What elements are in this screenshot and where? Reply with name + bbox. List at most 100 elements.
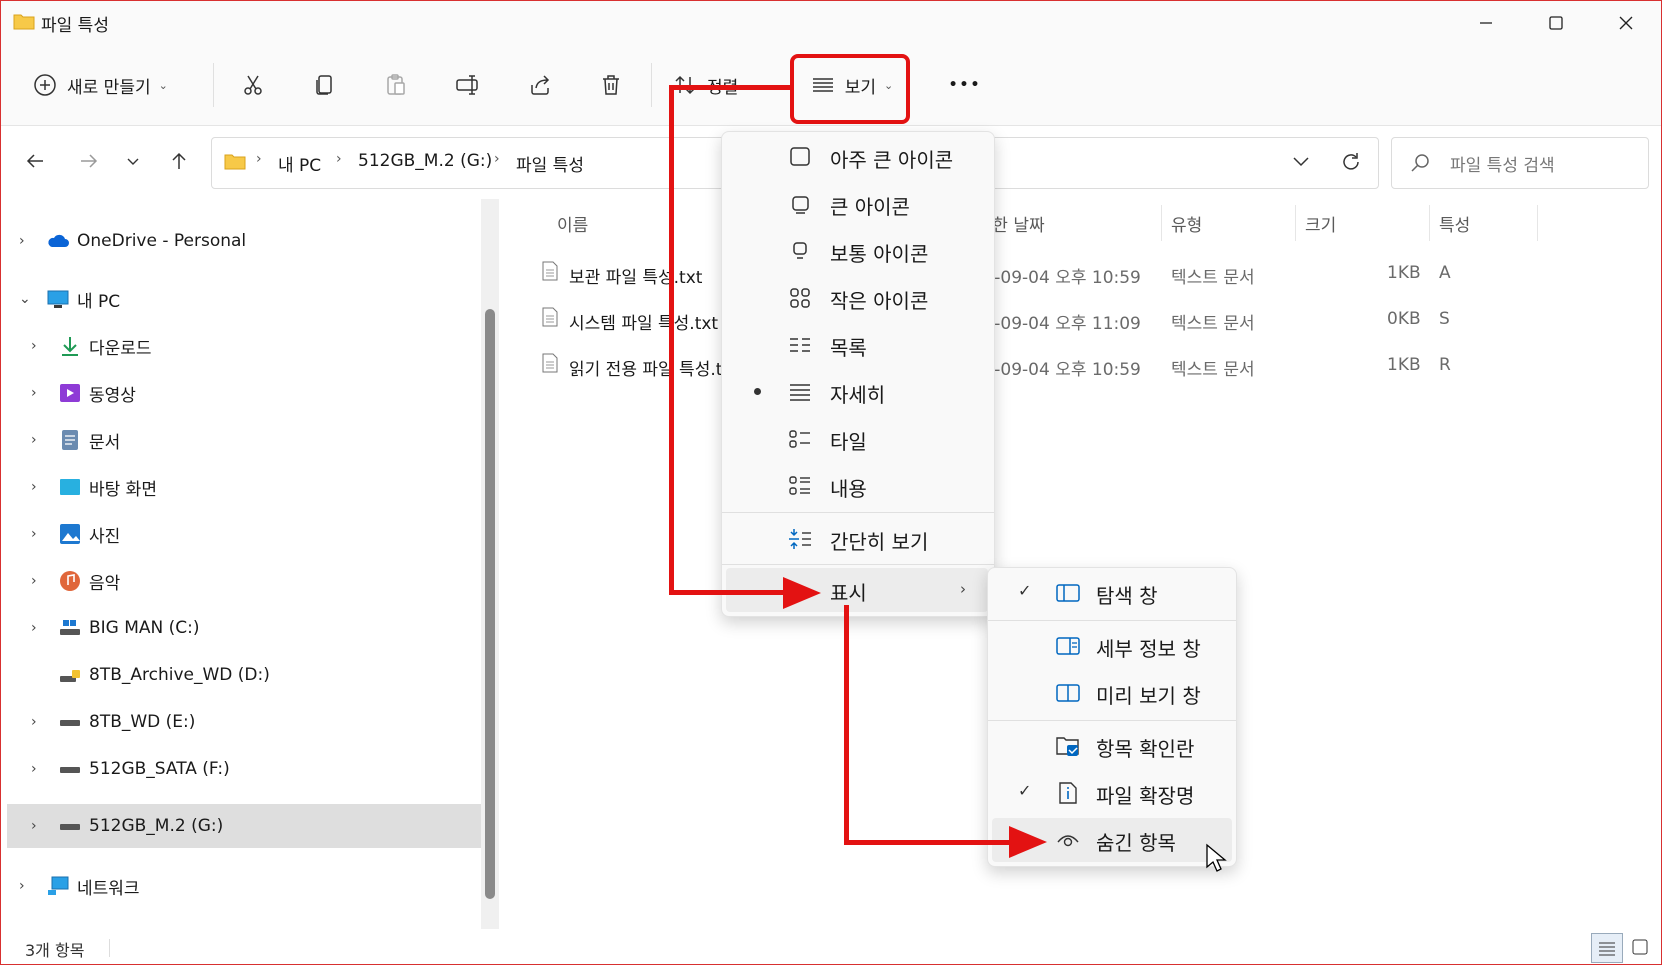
nav-item-drive-d[interactable]: 8TB_Archive_WD (D:): [1, 653, 481, 697]
breadcrumb-item[interactable]: 파일 특성: [516, 151, 584, 176]
nav-item-drive-e[interactable]: › 8TB_WD (E:): [1, 700, 481, 744]
chevron-down-icon: ⌄: [158, 78, 168, 92]
drive-icon: [60, 767, 80, 773]
menu-item-tiles[interactable]: 타일: [726, 417, 988, 461]
monitor-icon: [47, 290, 69, 308]
file-row[interactable]: 시스템 파일 특성.txt 2022-09-04 오후 11:09 텍스트 문서…: [507, 297, 1661, 341]
nav-item-this-pc[interactable]: ⌄ 내 PC: [1, 277, 481, 321]
new-button[interactable]: 새로 만들기 ⌄: [33, 65, 193, 105]
copy-button[interactable]: [303, 65, 347, 105]
tiles-view-icon: [1632, 939, 1648, 955]
nav-item-downloads[interactable]: › 다운로드: [1, 324, 481, 368]
up-button[interactable]: [161, 143, 197, 179]
arrow-right-icon: [81, 154, 98, 168]
file-type: 텍스트 문서: [1171, 268, 1255, 288]
menu-item-compact-view[interactable]: 간단히 보기: [726, 517, 988, 561]
chevron-right-icon[interactable]: ›: [31, 385, 37, 401]
breadcrumb-item[interactable]: 512GB_M.2 (G:): [358, 151, 492, 171]
refresh-icon[interactable]: [1340, 151, 1362, 173]
menu-item-large-icons[interactable]: 큰 아이콘: [726, 182, 988, 226]
chevron-down-icon[interactable]: [1292, 155, 1310, 169]
menu-item-details[interactable]: 자세히: [726, 370, 988, 414]
rename-button[interactable]: [446, 65, 490, 105]
chevron-right-icon[interactable]: ›: [31, 620, 37, 636]
column-divider[interactable]: [1295, 205, 1296, 241]
file-size: 0KB: [1387, 309, 1421, 329]
nav-label: 문서: [89, 432, 121, 453]
view-menu: 아주 큰 아이콘 큰 아이콘 보통 아이콘 작은 아이콘 목록 자세히 타일 내…: [721, 131, 995, 617]
chevron-right-icon[interactable]: ›: [31, 714, 37, 730]
back-button[interactable]: [17, 143, 53, 179]
menu-item-medium-icons[interactable]: 보통 아이콘: [726, 229, 988, 273]
nav-item-pictures[interactable]: › 사진: [1, 512, 481, 556]
chevron-right-icon[interactable]: ›: [31, 818, 37, 834]
item-count: 3개 항목: [25, 941, 85, 960]
nav-item-drive-g[interactable]: › 512GB_M.2 (G:): [7, 804, 481, 848]
delete-button[interactable]: [589, 65, 633, 105]
chevron-right-icon[interactable]: ›: [31, 526, 37, 542]
chevron-right-icon[interactable]: ›: [31, 338, 37, 354]
menu-item-navigation-pane[interactable]: ✓ 탐색 창: [992, 571, 1232, 615]
nav-item-onedrive[interactable]: › OneDrive - Personal: [1, 219, 481, 263]
selected-bullet-icon: [754, 388, 761, 395]
paste-button[interactable]: [374, 65, 418, 105]
download-icon: [62, 337, 78, 356]
close-button[interactable]: [1591, 1, 1661, 45]
menu-item-item-checkboxes[interactable]: 항목 확인란: [992, 724, 1232, 768]
menu-item-file-extensions[interactable]: ✓ 파일 확장명: [992, 771, 1232, 815]
chevron-right-icon[interactable]: ›: [31, 573, 37, 589]
file-type: 텍스트 문서: [1171, 360, 1255, 380]
nav-scrollbar-thumb[interactable]: [485, 309, 495, 899]
recent-locations-button[interactable]: [115, 143, 151, 179]
nav-item-documents[interactable]: › 문서: [1, 418, 481, 462]
cut-button[interactable]: [231, 65, 275, 105]
annotation-arrow-head: [783, 577, 821, 609]
column-header-name[interactable]: 이름: [557, 211, 588, 236]
column-header-attributes[interactable]: 특성: [1439, 211, 1470, 236]
checkmark-icon: ✓: [1018, 581, 1032, 600]
breadcrumb-separator: ›: [256, 151, 262, 167]
tiles-view-toggle[interactable]: [1625, 933, 1655, 961]
nav-item-drive-f[interactable]: › 512GB_SATA (F:): [1, 747, 481, 791]
chevron-right-icon[interactable]: ›: [31, 432, 37, 448]
file-attribute: S: [1439, 309, 1450, 329]
chevron-right-icon[interactable]: ›: [31, 479, 37, 495]
menu-item-preview-pane[interactable]: 미리 보기 창: [992, 671, 1232, 715]
nav-item-desktop[interactable]: › 바탕 화면: [1, 465, 481, 509]
nav-item-drive-c[interactable]: › BIG MAN (C:): [1, 606, 481, 650]
menu-item-list[interactable]: 목록: [726, 323, 988, 367]
details-view-toggle[interactable]: [1591, 933, 1623, 963]
file-row[interactable]: 보관 파일 특성.txt 2022-09-04 오후 10:59 텍스트 문서 …: [507, 251, 1661, 295]
column-header-type[interactable]: 유형: [1171, 211, 1202, 236]
chevron-right-icon[interactable]: ›: [31, 761, 37, 777]
more-options-button[interactable]: •••: [941, 65, 989, 105]
annotation-line: [669, 85, 793, 90]
menu-divider: [722, 564, 994, 565]
maximize-button[interactable]: [1521, 1, 1591, 45]
forward-button[interactable]: [71, 143, 107, 179]
menu-item-small-icons[interactable]: 작은 아이콘: [726, 276, 988, 320]
search-box[interactable]: 파일 특성 검색: [1391, 137, 1649, 189]
file-row[interactable]: 읽기 전용 파일 특성.txt 2022-09-04 오후 10:59 텍스트 …: [507, 343, 1661, 387]
column-divider[interactable]: [1537, 205, 1538, 241]
menu-item-content[interactable]: 내용: [726, 464, 988, 508]
column-divider[interactable]: [1161, 205, 1162, 241]
nav-item-videos[interactable]: › 동영상: [1, 371, 481, 415]
column-divider[interactable]: [1429, 205, 1430, 241]
chevron-down-icon[interactable]: ⌄: [19, 291, 31, 307]
share-button[interactable]: [518, 65, 562, 105]
arrow-left-icon: [26, 154, 43, 168]
menu-item-extra-large-icons[interactable]: 아주 큰 아이콘: [726, 135, 988, 179]
chevron-right-icon[interactable]: ›: [19, 233, 25, 249]
checkbox-folder-icon: [1056, 737, 1079, 756]
menu-item-details-pane[interactable]: 세부 정보 창: [992, 624, 1232, 668]
annotation-line: [844, 605, 849, 845]
nav-item-music[interactable]: › 음악: [1, 559, 481, 603]
column-header-size[interactable]: 크기: [1305, 211, 1336, 236]
minimize-button[interactable]: [1451, 1, 1521, 45]
chevron-right-icon[interactable]: ›: [19, 878, 25, 894]
nav-item-network[interactable]: › 네트워크: [1, 864, 481, 908]
rename-icon: [456, 75, 478, 95]
breadcrumb-item[interactable]: 내 PC: [278, 151, 321, 176]
text-file-icon: [542, 353, 558, 373]
